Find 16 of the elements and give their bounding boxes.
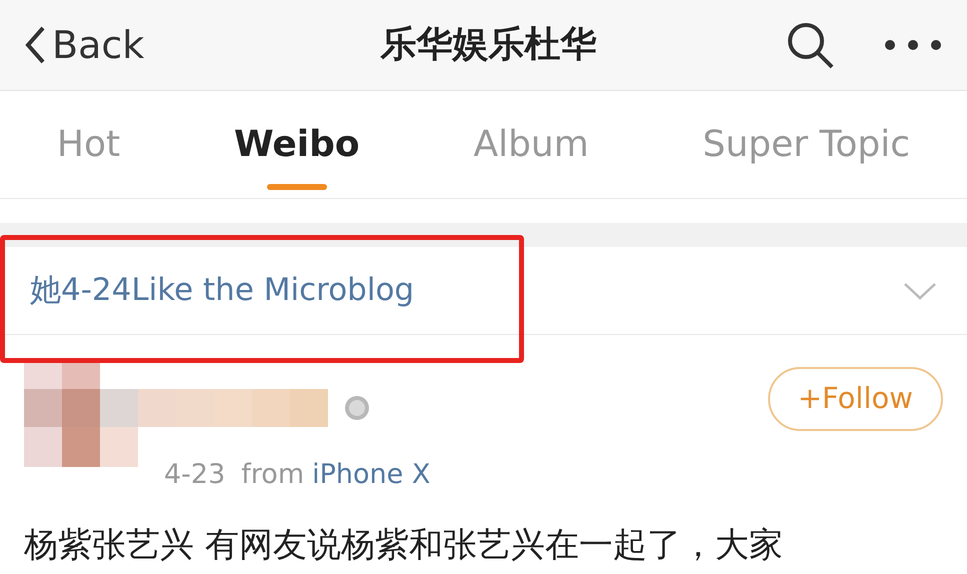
post-text: 杨紫张艺兴 有网友说杨紫和张艺兴在一起了，大家 <box>24 524 784 566</box>
source-link[interactable]: iPhone X <box>312 455 430 496</box>
tab-underline <box>266 184 327 190</box>
more-icon[interactable] <box>882 38 943 52</box>
chevron-left-icon <box>24 25 46 65</box>
page-title: 乐华娱乐杜华 <box>380 23 597 67</box>
filter-label[interactable]: 她4-24Like the Microblog <box>30 267 414 314</box>
post-date: 4-23 <box>164 458 226 492</box>
source-label: from <box>241 458 304 492</box>
tab[interactable]: Album <box>473 91 589 198</box>
badge-icon <box>344 395 370 421</box>
tab[interactable]: Hot <box>56 91 120 198</box>
back-button[interactable]: Back <box>24 16 144 74</box>
tab[interactable]: Weibo <box>234 91 360 198</box>
follow-button[interactable]: +Follow <box>768 367 943 430</box>
tab[interactable]: Super Topic <box>702 91 910 198</box>
